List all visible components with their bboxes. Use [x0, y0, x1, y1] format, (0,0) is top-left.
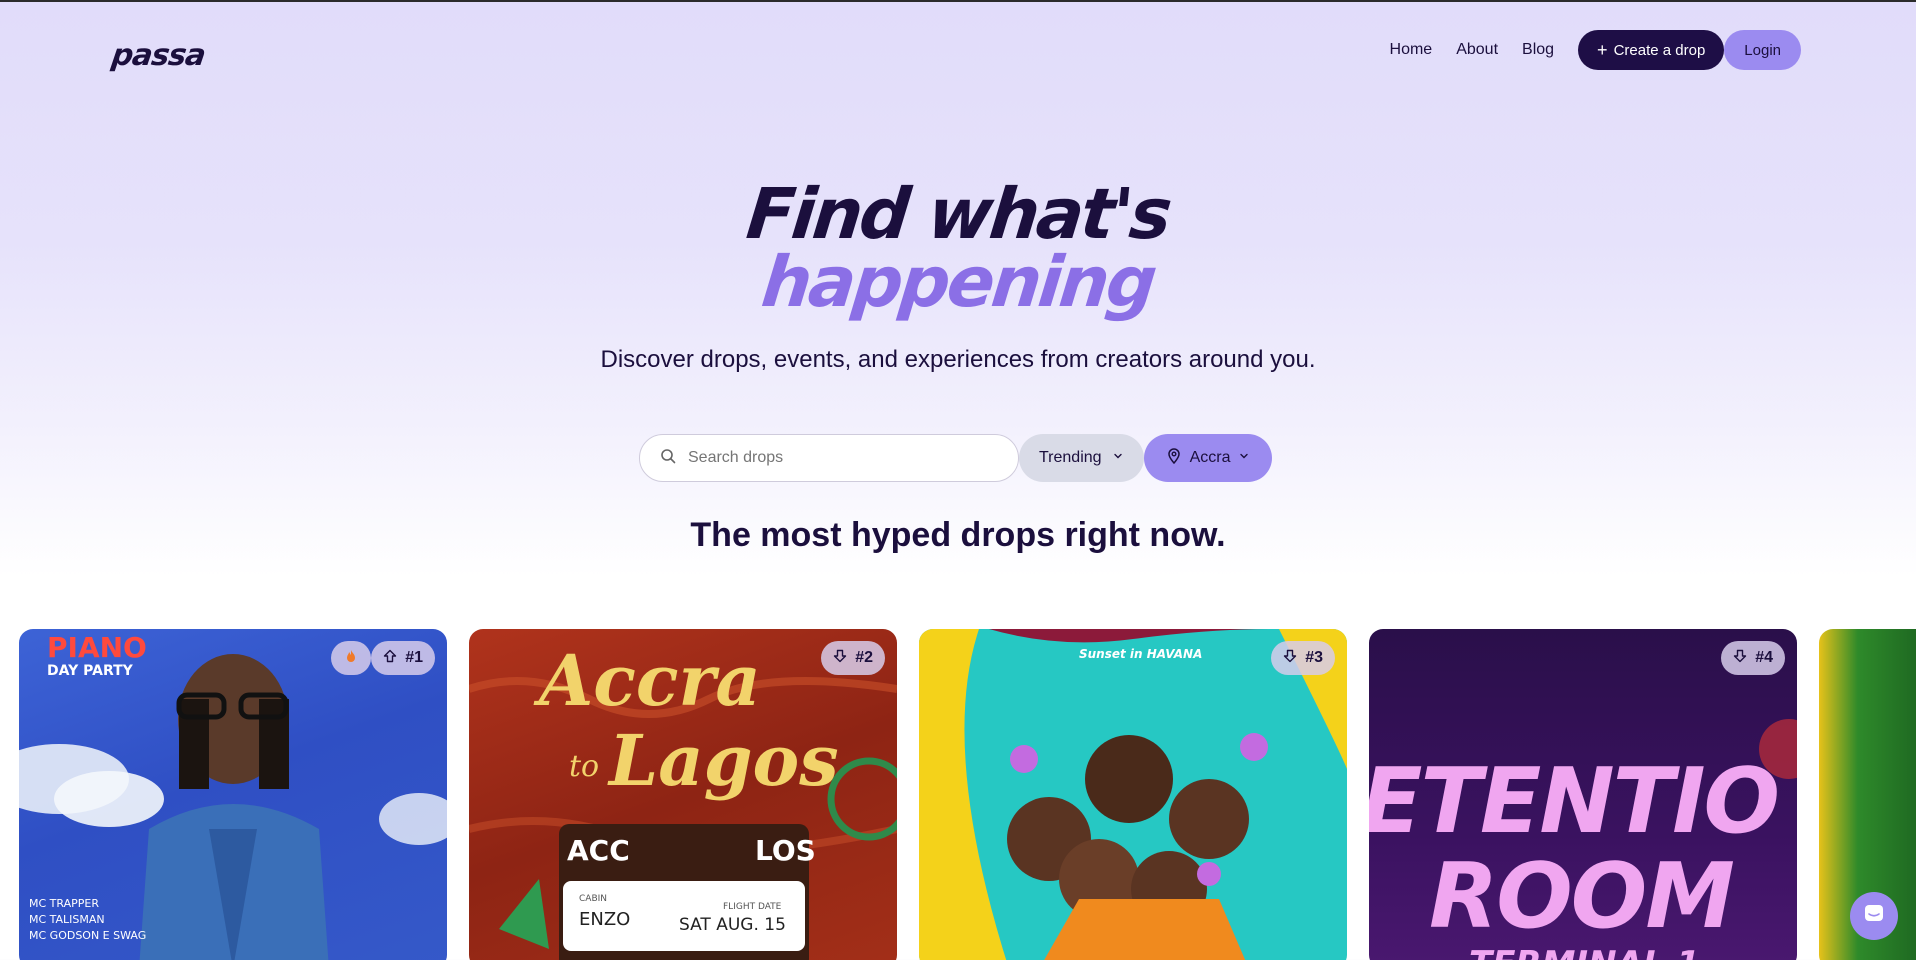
nav-blog-link[interactable]: Blog	[1522, 41, 1554, 59]
arrow-up-icon	[383, 649, 397, 668]
poster-subtitle: TERMINAL 1	[1469, 944, 1700, 960]
poster-subtitle: DAY PARTY	[47, 663, 133, 679]
login-button[interactable]: Login	[1724, 30, 1801, 70]
drop-card-2[interactable]: Accra to Lagos ACC LOS CABIN ENZO FLIGHT…	[469, 629, 897, 960]
search-icon	[660, 448, 676, 469]
search-input[interactable]	[688, 449, 988, 467]
search-box[interactable]	[639, 434, 1019, 482]
fire-icon	[345, 649, 357, 668]
poster-destination: LOS	[755, 834, 816, 867]
rank-badge: #4	[1721, 641, 1785, 675]
arrow-down-icon	[1283, 649, 1297, 668]
rank-label: #4	[1755, 649, 1773, 666]
rank-label: #2	[855, 649, 873, 666]
drop-card-1[interactable]: PIANO DAY PARTY MC TRAPPER MC TALISMAN M…	[19, 629, 447, 960]
location-label: Accra	[1189, 449, 1231, 466]
poster-title-line2: ROOM	[1429, 844, 1735, 949]
map-pin-icon	[1166, 447, 1182, 469]
poster-mc-3: MC GODSON E SWAG	[29, 929, 147, 942]
section-title: The most hyped drops right now.	[690, 516, 1226, 554]
chat-icon	[1863, 903, 1885, 930]
poster-title-accra: Accra	[539, 639, 761, 722]
rank-badge: #3	[1271, 641, 1335, 675]
poster-mc-2: MC TALISMAN	[29, 913, 105, 926]
poster-cabin-label: CABIN	[579, 894, 608, 904]
poster-title: PIANO	[47, 631, 147, 664]
chat-button[interactable]	[1850, 892, 1898, 940]
filter-bar: Trending Accra	[639, 434, 1273, 482]
drop-card-3-poster	[919, 629, 1347, 960]
poster-title: Sunset in HAVANA	[1079, 647, 1203, 661]
plus-icon: +	[1597, 40, 1608, 60]
nav-home-link[interactable]: Home	[1390, 41, 1433, 59]
chevron-down-icon	[1238, 449, 1250, 467]
chevron-down-icon	[1112, 449, 1124, 467]
drop-card-4[interactable]: ETENTIO ROOM TERMINAL 1 #4	[1369, 629, 1797, 960]
poster-cabin-value: ENZO	[579, 909, 631, 930]
rank-badge: #1	[371, 641, 435, 675]
top-nav: passa Home About Blog + Create a drop Lo…	[0, 30, 1916, 74]
rank-label: #3	[1305, 649, 1323, 666]
poster-title-line1: ETENTIO	[1369, 749, 1780, 854]
poster-to: to	[569, 749, 600, 784]
nav-about-link[interactable]: About	[1456, 41, 1498, 59]
poster-date-value: SAT AUG. 15	[679, 915, 786, 935]
poster-date-label: FLIGHT DATE	[723, 902, 782, 912]
hero-title-line2: happening	[757, 241, 1159, 323]
arrow-down-icon	[833, 649, 847, 668]
sort-dropdown[interactable]: Trending	[1019, 434, 1144, 482]
drop-card-3[interactable]: Sunset in HAVANA #3	[919, 629, 1347, 960]
hot-badge	[331, 641, 371, 675]
passa-logo[interactable]: passa	[110, 38, 208, 73]
hero-subtitle: Discover drops, events, and experiences …	[600, 346, 1316, 373]
poster-mc-1: MC TRAPPER	[29, 897, 99, 910]
create-drop-button[interactable]: + Create a drop	[1578, 30, 1725, 70]
poster-origin: ACC	[567, 834, 630, 867]
create-drop-label: Create a drop	[1613, 41, 1706, 59]
rank-badge: #2	[821, 641, 885, 675]
nav-links: Home About Blog + Create a drop Login	[1390, 30, 1801, 70]
poster-title-lagos: Lagos	[609, 719, 839, 802]
rank-label: #1	[405, 649, 423, 666]
sort-label: Trending	[1039, 449, 1102, 466]
location-dropdown[interactable]: Accra	[1143, 434, 1273, 482]
arrow-down-icon	[1733, 649, 1747, 668]
